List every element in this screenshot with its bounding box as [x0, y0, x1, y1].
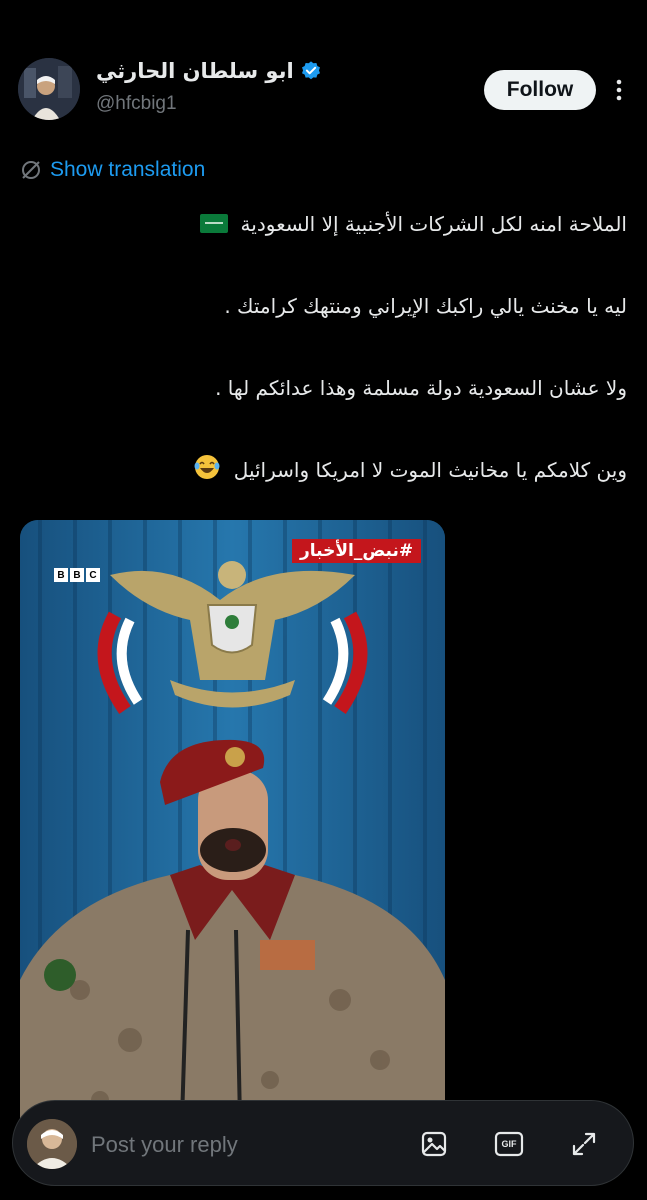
bbc-letter-1: B — [54, 568, 68, 582]
image-icon[interactable] — [418, 1128, 450, 1160]
bbc-letter-3: C — [86, 568, 100, 582]
news-hashtag-badge: #نبض_الأخبار — [292, 539, 422, 563]
gif-icon[interactable]: GIF — [493, 1128, 525, 1160]
show-translation-label[interactable]: Show translation — [50, 158, 205, 182]
author-info: ابو سلطان الحارثي @hfcbig1 — [96, 59, 322, 115]
show-translation-link[interactable]: Show translation — [20, 158, 205, 182]
tweet-line-3: ولا عشان السعودية دولة مسلمة وهذا عدائكم… — [215, 376, 627, 400]
author-display-name[interactable]: ابو سلطان الحارثي — [96, 59, 294, 83]
media-video[interactable]: B B C #نبض_الأخبار — [20, 520, 445, 1160]
expand-icon[interactable] — [568, 1128, 600, 1160]
bbc-letter-2: B — [70, 568, 84, 582]
translate-icon — [22, 161, 40, 179]
reply-composer: GIF — [12, 1100, 634, 1186]
top-bar — [0, 0, 647, 40]
tweet-text: الملاحة امنه لكل الشركات الأجنبية إلا ال… — [27, 205, 627, 533]
tweet-line-4-text: وين كلامكم يا مخانيث الموت لا امريكا واس… — [233, 458, 627, 482]
tweet-line-2: ليه يا مخنث يالي راكبك الإيراني ومنتهك ك… — [224, 294, 627, 318]
more-vertical-icon[interactable] — [608, 77, 630, 103]
verified-badge-icon — [301, 61, 320, 80]
post-header: ابو سلطان الحارثي @hfcbig1 Follow — [18, 55, 628, 125]
tweet-line-1: الملاحة امنه لكل الشركات الأجنبية إلا ال… — [27, 205, 627, 287]
bbc-logo: B B C — [54, 568, 100, 582]
author-handle[interactable]: @hfcbig1 — [96, 93, 322, 115]
current-user-avatar[interactable] — [27, 1119, 77, 1169]
tweet-line-1-text: الملاحة امنه لكل الشركات الأجنبية إلا ال… — [240, 212, 627, 236]
video-frame-image — [20, 520, 445, 1160]
author-avatar[interactable] — [18, 58, 80, 120]
follow-button[interactable]: Follow — [484, 70, 596, 110]
laughing-tears-emoji-icon — [194, 455, 220, 479]
reply-input[interactable] — [89, 1125, 393, 1165]
saudi-flag-icon — [200, 214, 229, 233]
gif-label: GIF — [501, 1139, 517, 1149]
